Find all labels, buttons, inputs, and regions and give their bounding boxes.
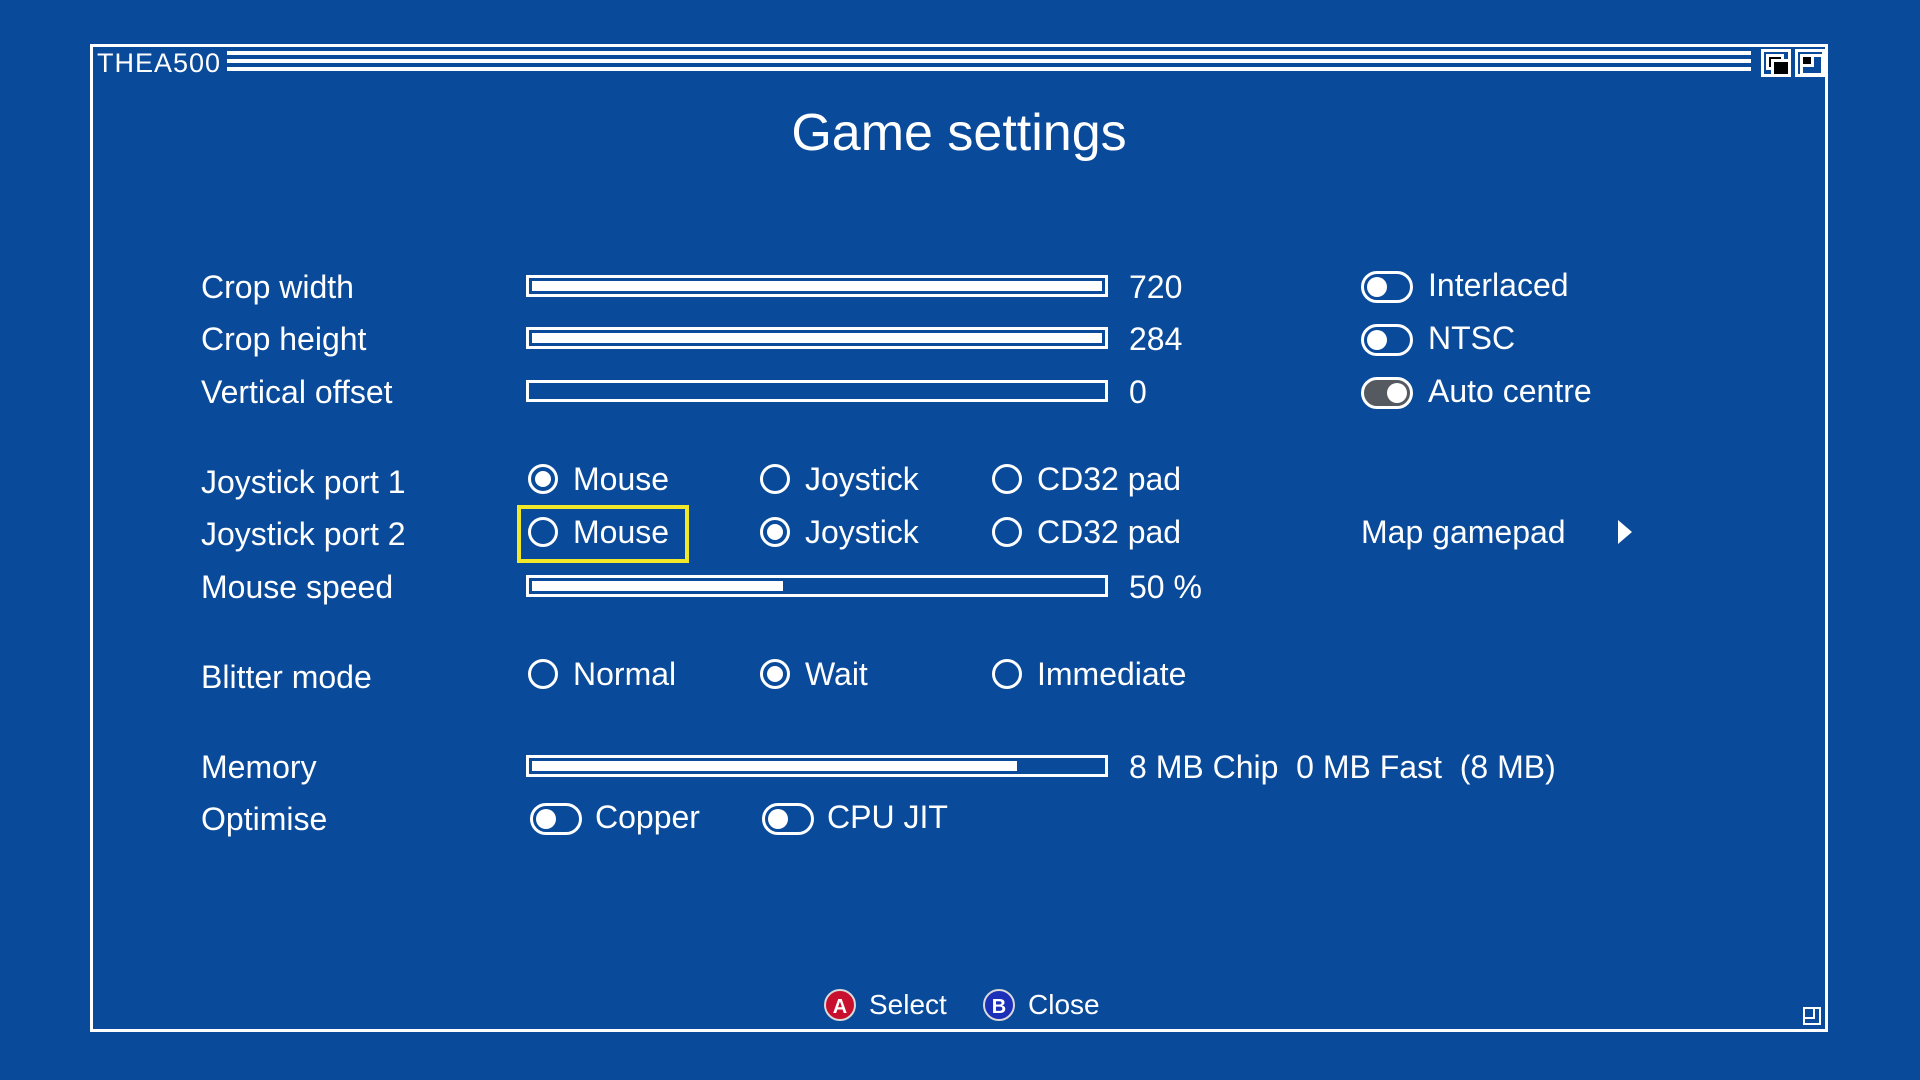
port1-mouse-radio[interactable] <box>528 464 558 494</box>
port2-mouse-label: Mouse <box>573 514 670 550</box>
port1-joystick-label: Joystick <box>805 461 919 497</box>
port2-cd32-radio[interactable] <box>992 517 1022 547</box>
interlaced-label: Interlaced <box>1428 267 1569 303</box>
blitter-immediate-label: Immediate <box>1037 656 1187 692</box>
close-hint[interactable]: Close <box>1028 988 1100 1022</box>
blitter-normal-radio[interactable] <box>528 659 558 689</box>
port2-cd32-label: CD32 pad <box>1037 514 1182 550</box>
title-bar-stripes <box>227 51 1751 75</box>
mouse-speed-value: 50 % <box>1129 569 1202 605</box>
ntsc-toggle[interactable] <box>1361 324 1413 356</box>
port1-cd32-label: CD32 pad <box>1037 461 1182 497</box>
crop-height-value: 284 <box>1129 321 1183 357</box>
optimise-label: Optimise <box>201 801 328 837</box>
b-button-icon: B <box>983 989 1015 1021</box>
memory-label: Memory <box>201 749 317 785</box>
port2-joystick-radio[interactable] <box>760 517 790 547</box>
blitter-mode-label: Blitter mode <box>201 659 372 695</box>
crop-height-label: Crop height <box>201 321 367 357</box>
title-bar: THEA500 <box>93 47 1825 79</box>
blitter-immediate-radio[interactable] <box>992 659 1022 689</box>
mouse-speed-slider[interactable] <box>526 575 1108 597</box>
auto-centre-label: Auto centre <box>1428 373 1592 409</box>
port1-joystick-radio[interactable] <box>760 464 790 494</box>
memory-slider[interactable] <box>526 755 1108 777</box>
copper-toggle[interactable] <box>530 803 582 835</box>
page-title: Game settings <box>791 104 1127 162</box>
joystick-port-2-label: Joystick port 2 <box>201 516 406 552</box>
crop-height-slider[interactable] <box>526 327 1108 349</box>
depth-arrange-icon[interactable] <box>1761 49 1791 77</box>
zoom-window-icon[interactable] <box>1795 49 1825 77</box>
select-hint[interactable]: Select <box>869 988 947 1022</box>
cpu-jit-label: CPU JIT <box>827 799 948 835</box>
blitter-wait-label: Wait <box>805 656 868 692</box>
chevron-right-icon[interactable] <box>1618 520 1632 544</box>
port1-mouse-label: Mouse <box>573 461 670 497</box>
blitter-normal-label: Normal <box>573 656 677 692</box>
memory-value: 8 MB Chip 0 MB Fast (8 MB) <box>1129 749 1556 785</box>
cpu-jit-toggle[interactable] <box>762 803 814 835</box>
ntsc-label: NTSC <box>1428 320 1516 356</box>
port2-joystick-label: Joystick <box>805 514 919 550</box>
resize-handle-icon[interactable] <box>1803 1007 1821 1025</box>
mouse-speed-label: Mouse speed <box>201 569 394 605</box>
app-name: THEA500 <box>93 47 228 79</box>
crop-width-slider[interactable] <box>526 275 1108 297</box>
copper-label: Copper <box>595 799 700 835</box>
blitter-wait-radio[interactable] <box>760 659 790 689</box>
vertical-offset-label: Vertical offset <box>201 374 393 410</box>
auto-centre-toggle[interactable] <box>1361 377 1413 409</box>
port2-mouse-radio[interactable] <box>528 517 558 547</box>
joystick-port-1-label: Joystick port 1 <box>201 464 406 500</box>
crop-width-label: Crop width <box>201 269 354 305</box>
a-button-icon: A <box>824 989 856 1021</box>
interlaced-toggle[interactable] <box>1361 271 1413 303</box>
port1-cd32-radio[interactable] <box>992 464 1022 494</box>
crop-width-value: 720 <box>1129 269 1183 305</box>
vertical-offset-slider[interactable] <box>526 380 1108 402</box>
vertical-offset-value: 0 <box>1129 374 1147 410</box>
settings-window: THEA500 Game settings Crop width 720 Cro… <box>90 44 1828 1032</box>
map-gamepad-label[interactable]: Map gamepad <box>1361 512 1566 552</box>
